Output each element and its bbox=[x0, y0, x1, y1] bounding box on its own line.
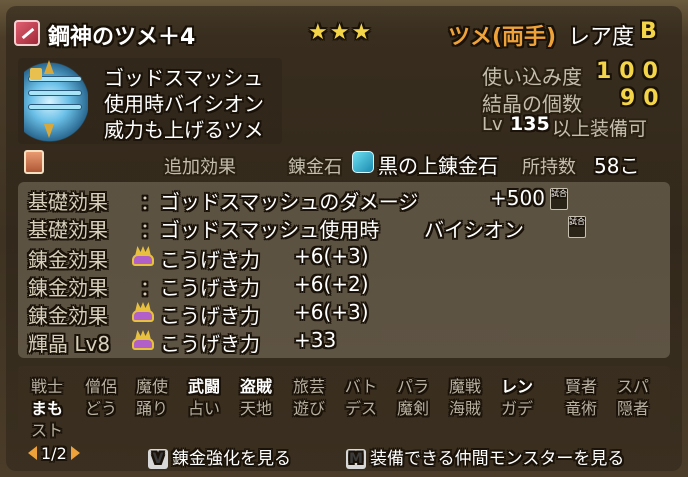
description-line: 使用時バイシオン bbox=[104, 92, 264, 116]
owned-count-value: 58こ bbox=[594, 154, 640, 178]
effect-value: +6(+3) bbox=[294, 244, 369, 268]
claw-weapon-icon bbox=[14, 20, 40, 46]
job-battle-master: バト bbox=[344, 377, 378, 396]
rarity-value: B bbox=[640, 19, 657, 44]
job-ranger: レン bbox=[500, 377, 533, 396]
effect-text: こうげき力 bbox=[160, 304, 260, 328]
job-druid: 天地 bbox=[239, 399, 272, 418]
effect-text: こうげき力 bbox=[160, 332, 260, 356]
additional-effect-label: 追加効果 bbox=[164, 157, 236, 178]
crown-icon bbox=[132, 246, 154, 266]
job-martial-artist: 武闘 bbox=[187, 377, 220, 396]
usage-label: 使い込み度 bbox=[482, 65, 582, 89]
job-paladin: パラ bbox=[396, 377, 429, 396]
job-dancer: 踊り bbox=[135, 399, 168, 418]
level-suffix: 以上装備可 bbox=[552, 118, 648, 140]
effect-value: バイシオン bbox=[424, 218, 524, 242]
claw-blade bbox=[28, 90, 82, 96]
job-super-star: スパ bbox=[616, 377, 649, 396]
view-monsters-button[interactable]: M 装備できる仲間モンスターを見る bbox=[346, 444, 624, 469]
book-icon bbox=[24, 150, 44, 174]
page-number: 1/2 bbox=[41, 444, 67, 463]
view-alchemy-label: 錬金強化を見る bbox=[172, 449, 291, 469]
m-key-icon: M bbox=[346, 449, 366, 469]
required-level: 135 bbox=[510, 113, 550, 135]
claw-blade bbox=[28, 104, 82, 110]
left-arrow-icon[interactable] bbox=[28, 446, 37, 460]
job-death-master: デス bbox=[344, 399, 377, 418]
alchemy-stone-label: 錬金石 bbox=[288, 157, 342, 178]
v-key-icon: V bbox=[148, 449, 168, 469]
item-name: 鋼神のツメ＋4 bbox=[48, 25, 196, 50]
alchemy-stone-icon bbox=[352, 151, 374, 173]
star-rating: ★★★ bbox=[308, 20, 374, 45]
job-mage: 魔使 bbox=[135, 377, 168, 396]
crown-icon bbox=[132, 330, 154, 350]
job-priest: 僧侶 bbox=[84, 377, 117, 396]
lock-icon bbox=[30, 68, 42, 80]
job-monster-master: まも bbox=[30, 399, 63, 418]
right-arrow-icon[interactable] bbox=[70, 446, 80, 460]
job-gadabout: 遊び bbox=[292, 399, 325, 418]
effect-text: ゴッドスマッシュのダメージ bbox=[160, 190, 419, 214]
job-hermit: 隠者 bbox=[616, 399, 649, 418]
crystal-count-value: 90 bbox=[620, 86, 667, 111]
effect-value: +6(+3) bbox=[294, 300, 369, 324]
match-invalid-badge: 試合無効 bbox=[568, 216, 586, 238]
effect-label: 基礎効果 bbox=[28, 218, 108, 242]
effect-text: こうげき力 bbox=[160, 248, 260, 272]
job-pirate: 海賊 bbox=[448, 399, 481, 418]
effect-text: ゴッドスマッシュ使用時 bbox=[160, 218, 380, 242]
job-warrior: 戦士 bbox=[30, 377, 63, 396]
job-striker: スト bbox=[30, 421, 63, 440]
job-thief: 盗賊 bbox=[239, 377, 272, 396]
usage-value: 100 bbox=[596, 59, 666, 84]
effect-label: 錬金効果 bbox=[28, 276, 108, 300]
description-line: 威力も上げるツメ bbox=[104, 118, 264, 142]
job-dragon-master: 竜術 bbox=[564, 399, 597, 418]
effect-value: +6(+2) bbox=[294, 272, 369, 296]
job-sage: 賢者 bbox=[564, 377, 597, 396]
alchemy-stone-name: 黒の上錬金石 bbox=[378, 154, 498, 178]
page-indicator[interactable]: 1/2 bbox=[28, 444, 80, 463]
view-monsters-label: 装備できる仲間モンスターを見る bbox=[370, 449, 625, 469]
description-line: ゴッドスマッシュ bbox=[104, 66, 264, 90]
job-armamentalist: 魔戦 bbox=[448, 377, 481, 396]
effect-colon: ： bbox=[140, 218, 160, 242]
effect-label: 輝晶 Lv8 bbox=[28, 332, 111, 356]
job-item-master: どう bbox=[84, 399, 117, 418]
crown-icon bbox=[132, 302, 154, 322]
effect-label: 錬金効果 bbox=[28, 304, 108, 328]
effect-value: +500 bbox=[490, 186, 545, 210]
view-alchemy-button[interactable]: V 錬金強化を見る bbox=[148, 444, 291, 469]
effect-colon: ： bbox=[140, 190, 160, 214]
match-invalid-badge: 試合無効 bbox=[550, 188, 568, 210]
effect-label: 基礎効果 bbox=[28, 190, 108, 214]
effect-label: 錬金効果 bbox=[28, 248, 108, 272]
effect-text: こうげき力 bbox=[160, 276, 260, 300]
level-prefix: Lv bbox=[482, 114, 503, 135]
rarity-label: レア度 bbox=[568, 25, 635, 50]
owned-count-label: 所持数 bbox=[522, 157, 576, 178]
effect-colon: ： bbox=[140, 276, 160, 300]
equip-type: ツメ(両手) bbox=[448, 25, 557, 50]
job-minstrel: 旅芸 bbox=[292, 377, 325, 396]
job-guardian: ガデ bbox=[500, 399, 533, 418]
job-magic-swordsman: 魔剣 bbox=[396, 399, 429, 418]
effect-value: +33 bbox=[294, 328, 337, 352]
job-fortune-teller: 占い bbox=[187, 399, 220, 418]
